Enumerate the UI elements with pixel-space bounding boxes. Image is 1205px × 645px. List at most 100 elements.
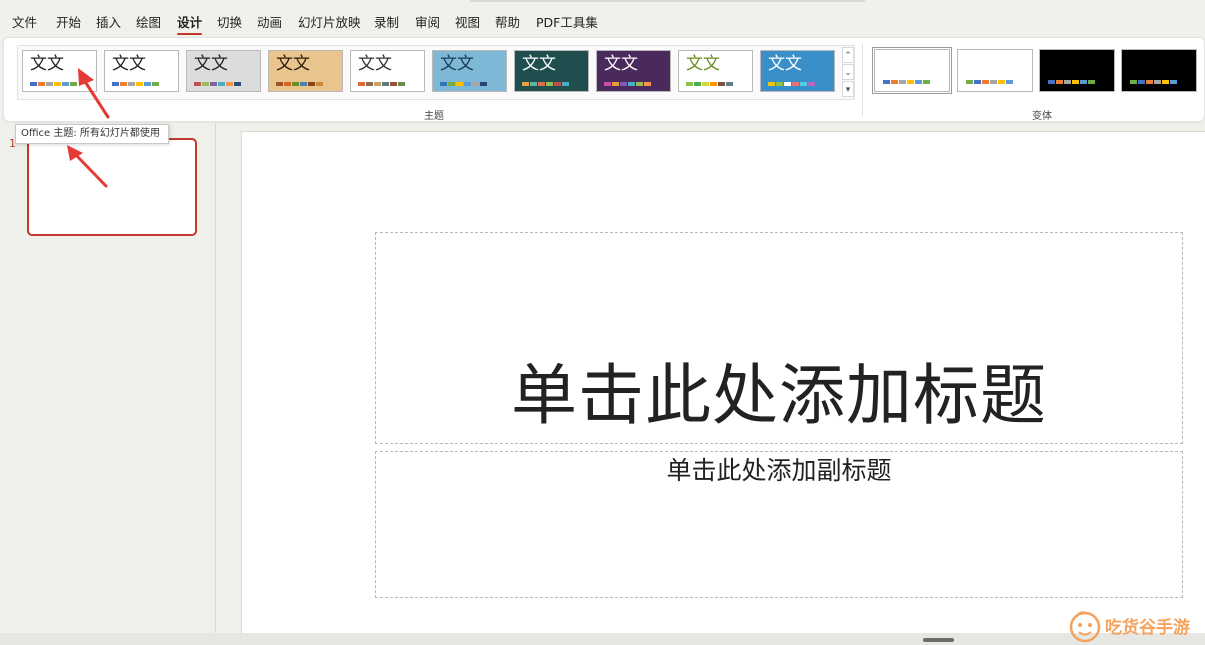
color-swatch: [144, 82, 151, 86]
theme-thumb[interactable]: 文文: [678, 50, 753, 92]
menu-view[interactable]: 视图: [455, 12, 480, 31]
color-swatch: [480, 82, 487, 86]
color-swatch: [472, 82, 479, 86]
color-swatch: [292, 82, 299, 86]
subtitle-placeholder[interactable]: 单击此处添加副标题: [375, 451, 1183, 598]
theme-sample-text: 文文: [358, 54, 392, 74]
color-swatch: [776, 82, 783, 86]
menu-insert[interactable]: 插入: [96, 12, 121, 31]
group-separator: [862, 44, 863, 116]
theme-thumb[interactable]: 文文: [596, 50, 671, 92]
theme-color-swatches: [112, 82, 159, 86]
theme-sample-text: 文文: [768, 54, 802, 74]
theme-thumb[interactable]: 文文: [104, 50, 179, 92]
color-swatch: [915, 80, 922, 84]
color-swatch: [464, 82, 471, 86]
color-swatch: [1064, 80, 1071, 84]
menu-pdf-tools[interactable]: PDF工具集: [536, 12, 598, 31]
menu-slideshow[interactable]: 幻灯片放映: [298, 12, 361, 31]
menu-review[interactable]: 审阅: [415, 12, 440, 31]
gallery-scroll: ⌃ ⌄ ▾: [842, 47, 854, 99]
color-swatch: [448, 82, 455, 86]
panel-divider[interactable]: [215, 123, 216, 633]
variant-thumb[interactable]: [872, 47, 952, 94]
color-swatch: [1154, 80, 1161, 84]
menu-help[interactable]: 帮助: [495, 12, 520, 31]
theme-thumb[interactable]: 文文: [514, 50, 589, 92]
theme-color-swatches: [30, 82, 77, 86]
menu-design[interactable]: 设计: [177, 12, 203, 35]
menu-draw[interactable]: 绘图: [136, 12, 161, 31]
color-swatch: [316, 82, 323, 86]
color-swatch: [456, 82, 463, 86]
design-ribbon: 文文 文文 文文 文文 文文 文文 文文 文文 文文 文文 ⌃ ⌄ ▾ 主题 变…: [3, 37, 1205, 122]
theme-sample-text: 文文: [112, 54, 146, 74]
color-swatch: [300, 82, 307, 86]
watermark-logo-icon: [1069, 611, 1101, 643]
color-swatch: [974, 80, 981, 84]
color-swatch: [702, 82, 709, 86]
color-swatch: [1130, 80, 1137, 84]
subtitle-placeholder-text: 单击此处添加副标题: [666, 456, 892, 485]
menu-home[interactable]: 开始: [56, 12, 81, 31]
color-swatch: [234, 82, 241, 86]
variant-thumb[interactable]: [957, 49, 1033, 92]
color-swatch: [54, 82, 61, 86]
color-swatch: [982, 80, 989, 84]
gallery-scroll-up-icon[interactable]: ⌃: [842, 47, 854, 63]
title-placeholder[interactable]: 单击此处添加标题: [375, 232, 1183, 444]
scroll-grip[interactable]: [923, 638, 954, 642]
color-swatch: [202, 82, 209, 86]
color-swatch: [726, 82, 733, 86]
variant-color-swatches: [1048, 80, 1095, 84]
theme-sample-text: 文文: [686, 54, 720, 74]
variant-thumb[interactable]: [1121, 49, 1197, 92]
color-swatch: [710, 82, 717, 86]
color-swatch: [38, 82, 45, 86]
color-swatch: [899, 80, 906, 84]
variant-color-swatches: [966, 80, 1013, 84]
color-swatch: [1048, 80, 1055, 84]
theme-thumb[interactable]: 文文: [760, 50, 835, 92]
color-swatch: [923, 80, 930, 84]
gallery-more-icon[interactable]: ▾: [842, 81, 854, 97]
color-swatch: [70, 82, 77, 86]
theme-thumb[interactable]: 文文: [268, 50, 343, 92]
color-swatch: [800, 82, 807, 86]
variant-color-swatches: [883, 80, 930, 84]
color-swatch: [136, 82, 143, 86]
color-swatch: [636, 82, 643, 86]
color-swatch: [891, 80, 898, 84]
slide-thumbnail[interactable]: [27, 138, 197, 236]
gallery-scroll-down-icon[interactable]: ⌄: [842, 64, 854, 80]
status-strip: [0, 633, 1205, 645]
menu-transitions[interactable]: 切换: [217, 12, 242, 31]
theme-sample-text: 文文: [30, 54, 64, 74]
color-swatch: [644, 82, 651, 86]
color-swatch: [210, 82, 217, 86]
color-swatch: [120, 82, 127, 86]
theme-sample-text: 文文: [440, 54, 474, 74]
menu-record[interactable]: 录制: [374, 12, 399, 31]
color-swatch: [562, 82, 569, 86]
color-swatch: [194, 82, 201, 86]
theme-thumb[interactable]: 文文: [22, 50, 97, 92]
color-swatch: [30, 82, 37, 86]
variant-thumb[interactable]: [1039, 49, 1115, 92]
menu-animations[interactable]: 动画: [257, 12, 282, 31]
menu-file[interactable]: 文件: [12, 12, 37, 31]
theme-thumb[interactable]: 文文: [350, 50, 425, 92]
theme-color-swatches: [276, 82, 323, 86]
color-swatch: [276, 82, 283, 86]
title-bar-edge: [470, 0, 865, 2]
theme-sample-text: 文文: [604, 54, 638, 74]
theme-thumb[interactable]: 文文: [432, 50, 507, 92]
watermark: 吃货谷手游: [1065, 605, 1205, 645]
color-swatch: [1080, 80, 1087, 84]
theme-sample-text: 文文: [522, 54, 556, 74]
color-swatch: [226, 82, 233, 86]
themes-gallery: 文文 文文 文文 文文 文文 文文 文文 文文 文文 文文 ⌃ ⌄ ▾: [17, 45, 855, 100]
theme-thumb[interactable]: 文文: [186, 50, 261, 92]
color-swatch: [907, 80, 914, 84]
color-swatch: [390, 82, 397, 86]
